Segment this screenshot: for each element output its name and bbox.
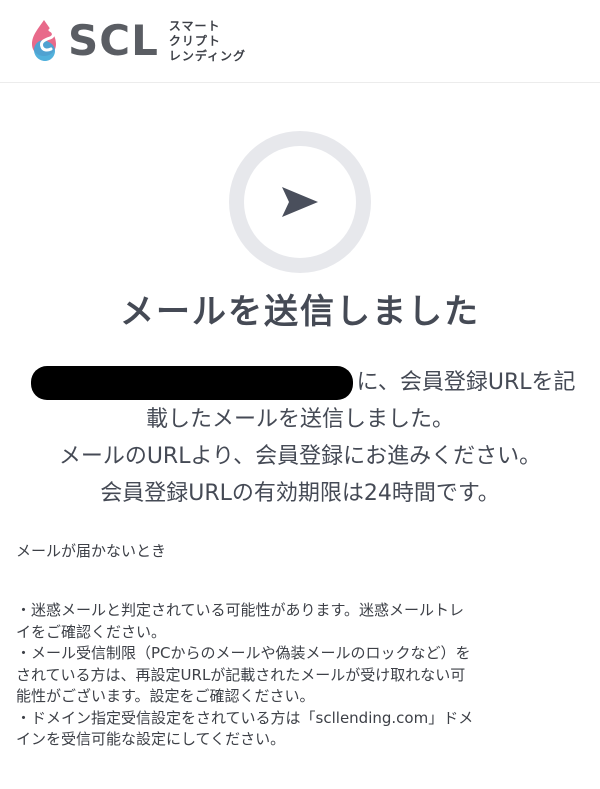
send-icon-circle <box>229 131 371 273</box>
logo-sub-line: スマート <box>168 18 221 33</box>
message-line-2: 載したメールを送信しました。 <box>145 407 454 432</box>
message-line-4: 会員登録URLの有効期限は24時間です。 <box>100 481 500 506</box>
note-line: インを受信可能な設定にしてください。 <box>16 730 286 748</box>
page-title: メールを送信しました <box>120 292 480 332</box>
note-line: イをご確認ください。 <box>16 622 167 641</box>
not-received-notes: ・迷惑メールと判定されている可能性があります。迷惑メールトレ イをご確認ください… <box>16 600 588 751</box>
note-line: されている方は、再設定URLが記載されたメールが受け取れない可 <box>16 665 466 684</box>
scl-logo-icon <box>32 20 56 61</box>
logo-sub-line: クリプト <box>168 33 221 48</box>
scl-logo[interactable]: SCL スマート クリプト レンディング <box>28 16 246 66</box>
message-line-1-text: に、会員登録URLを記 <box>356 370 576 395</box>
send-icon-inner <box>244 146 356 258</box>
logo-subtitle: スマート クリプト レンディング <box>169 19 246 64</box>
sent-message: に、会員登録URLを記 載したメールを送信しました。 メールのURLより、会員登… <box>10 364 590 512</box>
logo-text: SCL <box>68 16 159 65</box>
send-icon <box>282 187 318 217</box>
note-line: 能性がございます。設定をご確認ください。 <box>16 687 315 705</box>
note-line: ・迷惑メールと判定されている可能性があります。迷惑メールトレ <box>16 601 465 619</box>
not-received-heading: メールが届かないとき <box>16 542 167 560</box>
note-line: ・メール受信制限（PCからのメールや偽装メールのロックなど）を <box>16 644 471 662</box>
logo-sub-line: レンディング <box>168 48 247 63</box>
message-line-3: メールのURLより、会員登録にお進みください。 <box>58 444 542 469</box>
redacted-email <box>30 365 353 400</box>
header: SCL スマート クリプト レンディング <box>0 0 600 83</box>
message-line-1: に、会員登録URLを記 <box>10 364 590 401</box>
note-line: ・ドメイン指定受信設定をされている方は「scllending.com」ドメ <box>16 708 474 727</box>
